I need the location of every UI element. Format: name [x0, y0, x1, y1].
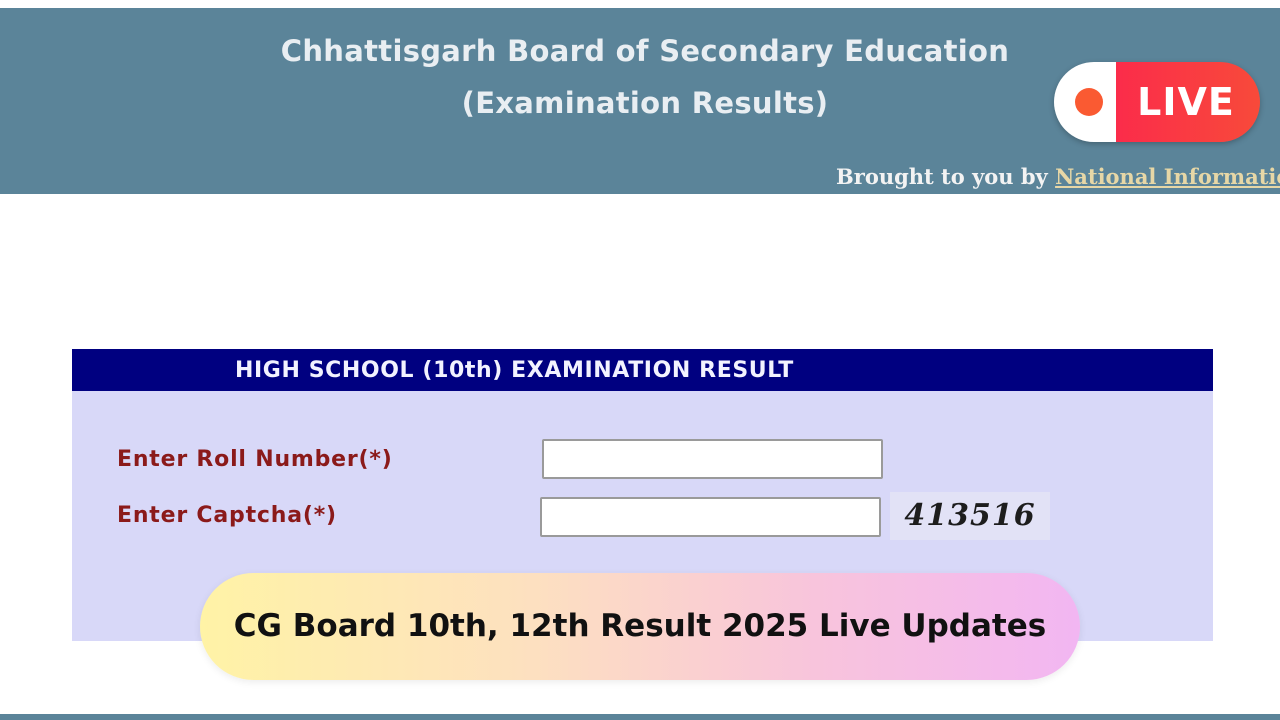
- live-badge: LIVE: [1054, 62, 1260, 142]
- captcha-image: 413516: [890, 492, 1050, 540]
- top-strip: [0, 0, 1280, 8]
- record-dot-icon: [1075, 88, 1103, 116]
- banner-text: CG Board 10th, 12th Result 2025 Live Upd…: [233, 608, 1047, 644]
- live-badge-left: [1054, 62, 1116, 142]
- brought-by-text: Brought to you by: [836, 164, 1048, 189]
- roll-number-input[interactable]: [542, 439, 883, 479]
- bottom-border: [0, 714, 1280, 720]
- live-updates-banner: CG Board 10th, 12th Result 2025 Live Upd…: [200, 573, 1080, 680]
- live-badge-right: LIVE: [1116, 62, 1260, 142]
- captcha-code: 413516: [904, 498, 1036, 533]
- captcha-label: Enter Captcha(*): [117, 503, 337, 528]
- captcha-input[interactable]: [540, 497, 881, 537]
- brought-by-line: Brought to you by National Informatics C: [836, 164, 1280, 189]
- form-title: HIGH SCHOOL (10th) EXAMINATION RESULT: [235, 358, 794, 383]
- form-header: HIGH SCHOOL (10th) EXAMINATION RESULT: [72, 349, 1213, 391]
- roll-number-label: Enter Roll Number(*): [117, 447, 393, 472]
- page: Chhattisgarh Board of Secondary Educatio…: [0, 0, 1280, 720]
- site-header: Chhattisgarh Board of Secondary Educatio…: [0, 8, 1280, 194]
- live-label: LIVE: [1137, 80, 1235, 124]
- nic-link[interactable]: National Informatics C: [1055, 164, 1280, 189]
